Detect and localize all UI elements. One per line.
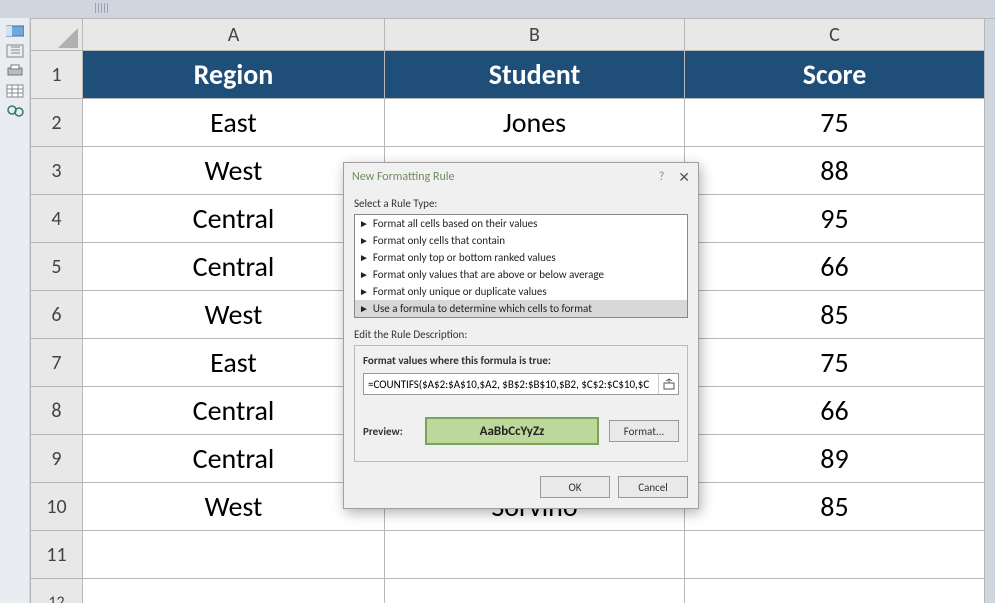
bullet-icon: ►: [359, 285, 369, 298]
cell-C7[interactable]: 75: [685, 339, 985, 387]
cell-A6[interactable]: West: [83, 291, 385, 339]
table-icon[interactable]: [6, 84, 24, 98]
rule-type-item[interactable]: ► Format only unique or duplicate values: [355, 283, 687, 300]
close-icon[interactable]: ✕: [678, 169, 690, 186]
select-rule-type-label: Select a Rule Type:: [354, 197, 688, 210]
col-header-C[interactable]: C: [685, 19, 985, 51]
rule-type-text: Format only top or bottom ranked values: [373, 251, 556, 264]
rule-description-box: Format values where this formula is true…: [354, 345, 688, 462]
ok-button[interactable]: OK: [540, 476, 610, 498]
rule-type-text: Format all cells based on their values: [373, 217, 538, 230]
col-header-A[interactable]: A: [83, 19, 385, 51]
rule-type-text: Use a formula to determine which cells t…: [373, 302, 592, 315]
bullet-icon: ►: [359, 302, 369, 315]
history-icon[interactable]: [6, 44, 24, 58]
bullet-icon: ►: [359, 268, 369, 281]
toolbar-grip-icon: [95, 3, 109, 13]
cell-A1[interactable]: Region: [83, 51, 385, 99]
cell-C12[interactable]: [685, 579, 985, 603]
bullet-icon: ►: [359, 217, 369, 230]
preview-label: Preview:: [363, 425, 415, 438]
cell-C9[interactable]: 89: [685, 435, 985, 483]
cell-A7[interactable]: East: [83, 339, 385, 387]
row-header-2[interactable]: 2: [31, 99, 83, 147]
preview-sample: AaBbCcYyZz: [425, 417, 599, 445]
print-icon[interactable]: [6, 64, 24, 78]
bullet-icon: ►: [359, 234, 369, 247]
cell-B1[interactable]: Student: [385, 51, 685, 99]
cell-C11[interactable]: [685, 531, 985, 579]
find-icon[interactable]: [6, 104, 24, 118]
row-header-5[interactable]: 5: [31, 243, 83, 291]
cell-C1[interactable]: Score: [685, 51, 985, 99]
bullet-icon: ►: [359, 251, 369, 264]
edit-rule-description-label: Edit the Rule Description:: [354, 328, 688, 341]
cell-B11[interactable]: [385, 531, 685, 579]
format-button-label: Format...: [624, 425, 665, 438]
row-header-7[interactable]: 7: [31, 339, 83, 387]
formula-input-wrap[interactable]: [363, 373, 679, 395]
cell-C2[interactable]: 75: [685, 99, 985, 147]
new-formatting-rule-dialog: New Formatting Rule ? ✕ Select a Rule Ty…: [343, 162, 699, 509]
app-root: A B C 1 Region Student Score 2EastJones7…: [0, 0, 995, 603]
format-button[interactable]: Format...: [609, 420, 679, 442]
rule-type-text: Format only cells that contain: [373, 234, 505, 247]
col-header-B[interactable]: B: [385, 19, 685, 51]
cell-A9[interactable]: Central: [83, 435, 385, 483]
row-header-6[interactable]: 6: [31, 291, 83, 339]
rule-type-list[interactable]: ►Format all cells based on their values …: [354, 214, 688, 318]
rule-type-text: Format only unique or duplicate values: [373, 285, 547, 298]
row-header-4[interactable]: 4: [31, 195, 83, 243]
row-header-8[interactable]: 8: [31, 387, 83, 435]
rule-type-item[interactable]: ► Format only cells that contain: [355, 232, 687, 249]
formula-input[interactable]: [364, 378, 658, 391]
row-header-3[interactable]: 3: [31, 147, 83, 195]
cell-C3[interactable]: 88: [685, 147, 985, 195]
cell-C8[interactable]: 66: [685, 387, 985, 435]
cell-A5[interactable]: Central: [83, 243, 385, 291]
cell-A12[interactable]: [83, 579, 385, 603]
pane-icon[interactable]: [6, 24, 24, 38]
cell-A4[interactable]: Central: [83, 195, 385, 243]
cell-A2[interactable]: East: [83, 99, 385, 147]
row-header-9[interactable]: 9: [31, 435, 83, 483]
cancel-button[interactable]: Cancel: [618, 476, 688, 498]
cell-A8[interactable]: Central: [83, 387, 385, 435]
left-toolbar: [0, 18, 30, 603]
cell-A11[interactable]: [83, 531, 385, 579]
cell-B2[interactable]: Jones: [385, 99, 685, 147]
cell-C5[interactable]: 66: [685, 243, 985, 291]
dialog-titlebar[interactable]: New Formatting Rule ? ✕: [344, 163, 698, 191]
dialog-title: New Formatting Rule: [352, 170, 455, 184]
help-icon[interactable]: ?: [659, 170, 665, 184]
cell-C10[interactable]: 85: [685, 483, 985, 531]
rule-type-item[interactable]: ► Format only values that are above or be…: [355, 266, 687, 283]
rule-type-text: Format only values that are above or bel…: [373, 268, 604, 281]
cell-C6[interactable]: 85: [685, 291, 985, 339]
rule-type-item[interactable]: ► Format only top or bottom ranked values: [355, 249, 687, 266]
ribbon-strip: [0, 0, 995, 18]
rule-type-item-selected[interactable]: ► Use a formula to determine which cells …: [355, 300, 687, 317]
ok-button-label: OK: [569, 481, 582, 494]
formula-label: Format values where this formula is true…: [363, 354, 679, 367]
cell-A10[interactable]: West: [83, 483, 385, 531]
cell-B12[interactable]: [385, 579, 685, 603]
row-header-11[interactable]: 11: [31, 531, 83, 579]
row-header-1[interactable]: 1: [31, 51, 83, 99]
cancel-button-label: Cancel: [638, 481, 668, 494]
select-all-corner[interactable]: [31, 19, 83, 51]
cell-C4[interactable]: 95: [685, 195, 985, 243]
range-selector-icon[interactable]: [658, 374, 678, 394]
right-gutter: [985, 19, 995, 603]
rule-type-item[interactable]: ► Format all cells based on their values: [355, 215, 687, 232]
cell-A3[interactable]: West: [83, 147, 385, 195]
row-header-10[interactable]: 10: [31, 483, 83, 531]
row-header-12[interactable]: 12: [31, 579, 83, 603]
